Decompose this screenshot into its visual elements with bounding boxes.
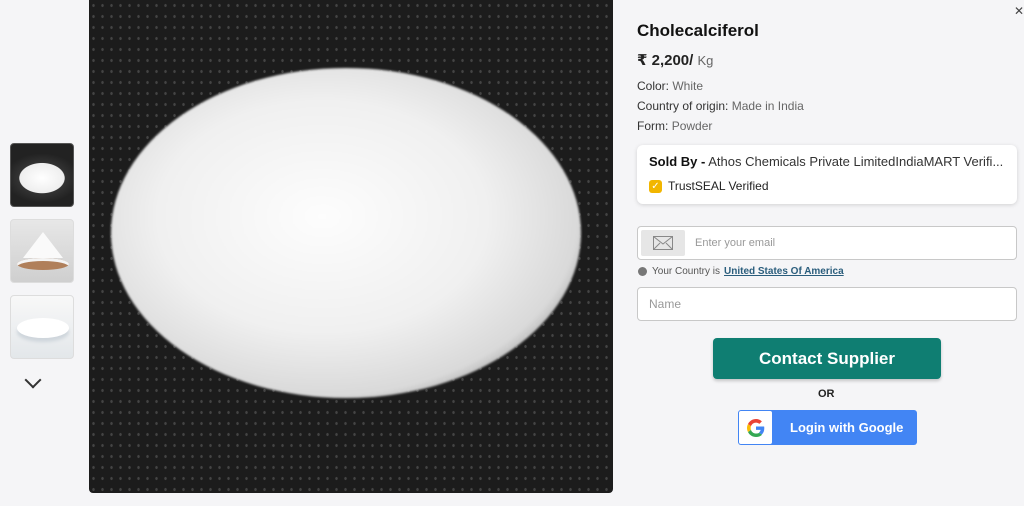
thumbnail-list	[10, 143, 76, 371]
product-info: Cholecalciferol ₹ 2,200/ Kg Color: White…	[637, 0, 1019, 204]
country-info: Your Country is United States Of America	[638, 266, 844, 277]
chevron-down-icon[interactable]	[24, 371, 42, 389]
spec-origin: Country of origin: Made in India	[637, 99, 1019, 113]
spec-color: Color: White	[637, 79, 1019, 93]
seller-card: Sold By - Athos Chemicals Private Limite…	[637, 145, 1017, 204]
mail-icon	[641, 230, 685, 256]
spec-label: Color:	[637, 79, 670, 93]
seller-name[interactable]: Athos Chemicals Private LimitedIndiaMART…	[708, 154, 1003, 169]
spec-value: Made in India	[731, 99, 804, 113]
login-google-button[interactable]: Login with Google	[738, 410, 917, 445]
price-unit: Kg	[697, 53, 714, 68]
google-label: Login with Google	[790, 420, 904, 435]
spec-value: Powder	[671, 119, 713, 133]
product-price: ₹ 2,200/ Kg	[637, 51, 1019, 69]
thumbnail-1[interactable]	[10, 143, 74, 207]
email-field[interactable]: Enter your email	[637, 226, 1017, 260]
sold-by-label: Sold By -	[649, 154, 706, 169]
trust-row: ✓ TrustSEAL Verified	[649, 179, 1005, 193]
powder-pile	[111, 68, 581, 398]
globe-icon	[638, 267, 647, 276]
email-placeholder: Enter your email	[695, 237, 776, 249]
trust-label: TrustSEAL Verified	[668, 179, 769, 193]
product-title: Cholecalciferol	[637, 21, 759, 40]
name-placeholder: Name	[649, 297, 682, 311]
contact-supplier-button[interactable]: Contact Supplier	[713, 338, 941, 379]
thumbnail-3[interactable]	[10, 295, 74, 359]
or-divider: OR	[818, 388, 835, 400]
spec-label: Country of origin:	[637, 99, 729, 113]
price-value: 2,200/	[651, 52, 694, 69]
country-link[interactable]: United States Of America	[724, 266, 844, 277]
trustseal-icon: ✓	[649, 179, 662, 193]
spec-form: Form: Powder	[637, 119, 1019, 133]
spec-value: White	[672, 79, 704, 93]
price-currency: ₹	[637, 52, 648, 69]
thumbnail-2[interactable]	[10, 219, 74, 283]
spec-label: Form:	[637, 119, 669, 133]
country-prefix: Your Country is	[652, 266, 720, 277]
seller-row: Sold By - Athos Chemicals Private Limite…	[649, 154, 1005, 169]
google-icon	[739, 411, 772, 444]
product-main-image[interactable]	[89, 0, 613, 493]
name-field[interactable]: Name	[637, 287, 1017, 321]
